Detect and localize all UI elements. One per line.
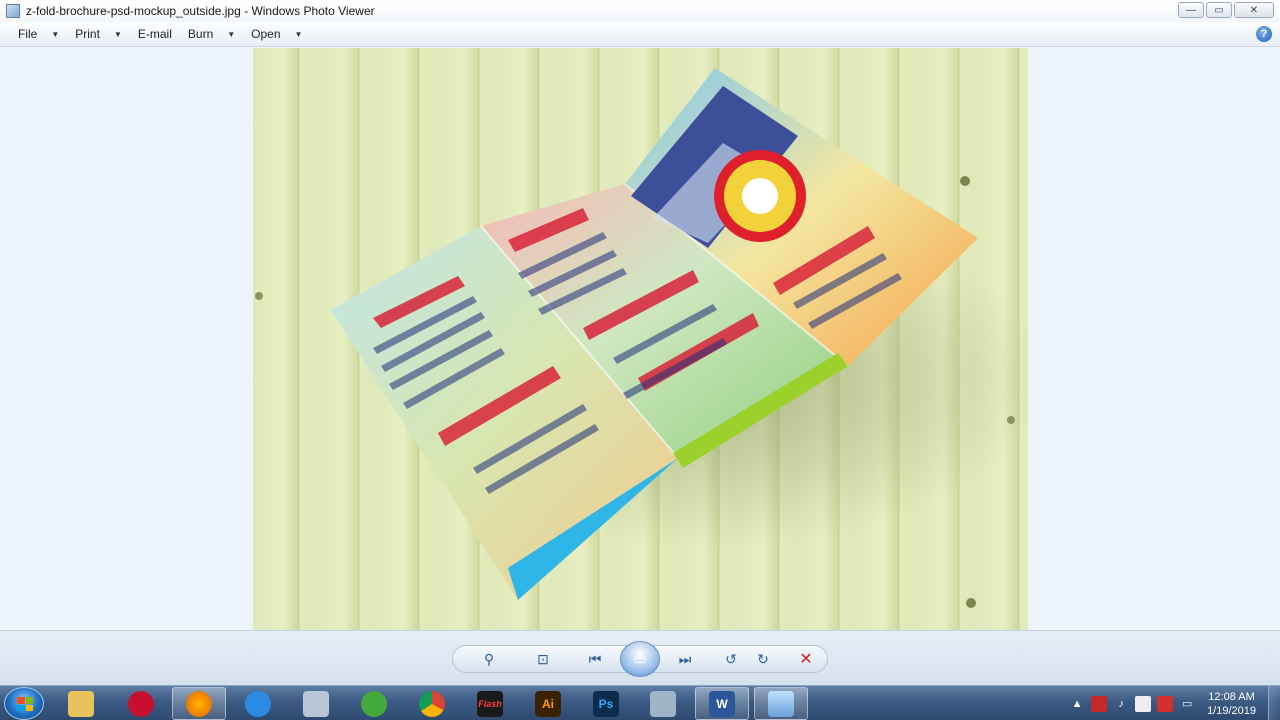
displayed-photo xyxy=(253,48,1028,630)
chrome-icon xyxy=(419,690,445,717)
next-button[interactable]: ⏭ xyxy=(674,649,696,669)
rotate-clockwise-button[interactable]: ↻ xyxy=(752,649,774,669)
rotate-right-icon: ↻ xyxy=(757,650,769,667)
show-hidden-icons-icon[interactable]: ▲ xyxy=(1069,696,1085,712)
menu-print-label: Print xyxy=(75,27,100,41)
taskbar-app-green[interactable] xyxy=(347,687,401,720)
help-icon[interactable]: ? xyxy=(1256,26,1272,42)
flash-icon: Flash xyxy=(477,690,503,717)
photo-viewer-icon xyxy=(768,690,794,717)
delete-button[interactable]: ✕ xyxy=(795,649,817,669)
wood-knot xyxy=(966,598,976,608)
brochure-mockup-image xyxy=(255,68,1028,608)
menu-file[interactable]: File ▼ xyxy=(10,23,67,45)
taskbar-chrome[interactable] xyxy=(405,687,459,720)
system-clock[interactable]: 12:08 AM 1/19/2019 xyxy=(1207,690,1256,718)
menu-bar: File ▼ Print ▼ E-mail Burn ▼ Open ▼ ? xyxy=(0,22,1280,47)
next-icon: ⏭ xyxy=(678,650,692,667)
rotate-counterclockwise-button[interactable]: ↺ xyxy=(720,649,742,669)
speaker-icon[interactable]: ♪ xyxy=(1113,696,1129,712)
start-button[interactable] xyxy=(4,687,44,720)
clock-date: 1/19/2019 xyxy=(1207,704,1256,717)
menu-open-label: Open xyxy=(251,27,281,41)
wood-knot xyxy=(255,292,263,300)
actual-size-button[interactable]: ⊡ xyxy=(532,649,554,669)
taskbar-flash[interactable]: Flash xyxy=(463,687,517,720)
chevron-down-icon: ▼ xyxy=(51,29,60,39)
title-bar: z-fold-brochure-psd-mockup_outside.jpg -… xyxy=(0,0,1280,22)
word-icon: W xyxy=(709,690,735,717)
taskbar-app-red[interactable] xyxy=(114,687,168,720)
display-icon[interactable]: ▭ xyxy=(1179,696,1195,712)
antivirus-icon[interactable] xyxy=(1091,695,1108,712)
taskbar-explorer[interactable] xyxy=(54,687,108,720)
menu-file-label: File xyxy=(18,27,38,41)
brochure-emblem-center xyxy=(742,178,778,214)
menu-print[interactable]: Print ▼ xyxy=(67,23,130,45)
illustrator-icon: Ai xyxy=(535,690,561,717)
delete-icon: ✕ xyxy=(799,651,813,668)
taskbar-app-doc[interactable] xyxy=(636,687,690,720)
clock-time: 12:08 AM xyxy=(1208,690,1255,703)
scissors-icon xyxy=(303,690,329,717)
firefox-icon xyxy=(186,690,212,717)
rotate-left-icon: ↺ xyxy=(725,650,737,667)
maximize-button[interactable]: ▭ xyxy=(1206,2,1232,18)
image-viewport xyxy=(0,47,1280,630)
taskbar-app-tool[interactable] xyxy=(289,687,343,720)
taskbar-app-blue[interactable] xyxy=(231,687,285,720)
taskbar-illustrator[interactable]: Ai xyxy=(521,687,575,720)
menu-open[interactable]: Open ▼ xyxy=(243,23,310,45)
chevron-down-icon: ▼ xyxy=(113,29,122,39)
show-desktop-button[interactable] xyxy=(1268,686,1280,720)
window-title: z-fold-brochure-psd-mockup_outside.jpg -… xyxy=(26,4,375,18)
photo-viewer-icon xyxy=(6,4,20,18)
minimize-button[interactable]: — xyxy=(1178,2,1204,18)
taskbar-photo-viewer[interactable] xyxy=(754,687,808,720)
zoom-button[interactable]: ⚲ xyxy=(478,649,500,669)
folder-icon xyxy=(68,690,94,717)
photoshop-icon: Ps xyxy=(593,690,619,717)
taskbar-photoshop[interactable]: Ps xyxy=(579,687,633,720)
document-icon xyxy=(650,690,676,717)
taskbar-word[interactable]: W xyxy=(695,687,749,720)
previous-icon: ⏮ xyxy=(588,650,602,667)
action-center-icon[interactable] xyxy=(1157,695,1174,712)
actual-size-icon: ⊡ xyxy=(537,650,549,667)
menu-burn[interactable]: Burn ▼ xyxy=(180,23,243,45)
slideshow-button[interactable]: ▭ xyxy=(620,641,660,677)
network-icon[interactable] xyxy=(1135,695,1152,712)
menu-email-label: E-mail xyxy=(137,27,172,41)
window-controls: — ▭ ✕ xyxy=(1178,2,1274,18)
green-app-icon xyxy=(361,690,387,717)
previous-button[interactable]: ⏮ xyxy=(584,649,606,669)
chevron-down-icon: ▼ xyxy=(227,29,236,39)
taskbar-firefox[interactable] xyxy=(172,687,226,720)
red-gear-icon xyxy=(128,690,154,717)
chevron-down-icon: ▼ xyxy=(294,29,303,39)
windows-logo-icon xyxy=(17,697,33,711)
close-button[interactable]: ✕ xyxy=(1234,2,1274,18)
lightning-icon xyxy=(245,690,271,717)
magnifier-icon: ⚲ xyxy=(483,650,495,667)
menu-burn-label: Burn xyxy=(187,27,214,41)
system-tray: ▲ ♪ ▭ 12:08 AM 1/19/2019 xyxy=(1069,686,1280,720)
menu-email[interactable]: E-mail xyxy=(130,23,180,45)
viewer-toolbar: ⚲ ⊡ ⏮ ▭ ⏭ ↺ ↻ ✕ xyxy=(0,630,1280,685)
wood-knot xyxy=(960,176,970,186)
slideshow-icon: ▭ xyxy=(633,650,647,667)
taskbar: Flash Ai Ps W ▲ ♪ ▭ 12:08 AM 1/19/2019 xyxy=(0,685,1280,720)
